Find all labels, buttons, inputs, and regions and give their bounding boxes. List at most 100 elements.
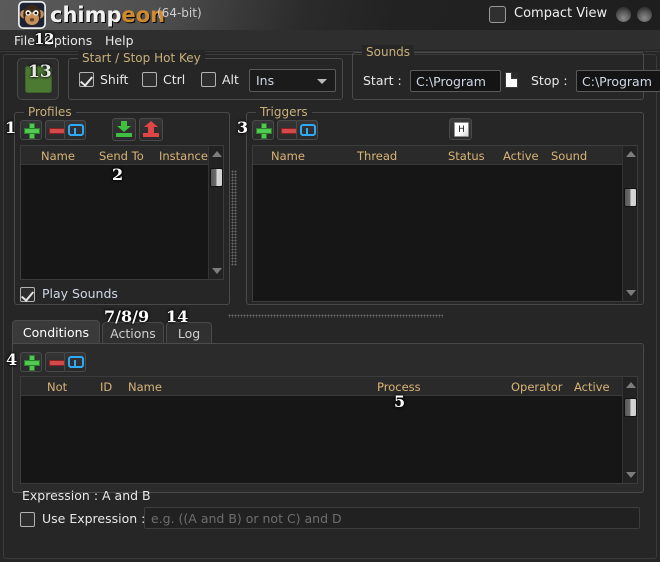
- conditions-col-not: Not: [47, 380, 68, 394]
- triggers-list-scrollbar[interactable]: [622, 146, 637, 301]
- shift-label: Shift: [100, 72, 129, 87]
- duplicate-condition-button[interactable]: [64, 352, 86, 372]
- profiles-group-legend: Profiles: [24, 105, 76, 119]
- app-bitness: (64-bit): [157, 6, 202, 20]
- app-title: chimpeon: [50, 1, 165, 29]
- use-expression-checkbox[interactable]: [20, 512, 35, 527]
- scrollbar-thumb[interactable]: [624, 188, 637, 207]
- monkey-logo-icon: [18, 1, 46, 29]
- trigger-hotkey-button[interactable]: H: [449, 118, 472, 140]
- conditions-list-header: Not ID Name Process Operator Active: [21, 377, 637, 396]
- scroll-up-icon[interactable]: [626, 382, 636, 388]
- play-sounds-checkbox[interactable]: [20, 287, 35, 302]
- export-profile-button[interactable]: [139, 118, 163, 141]
- add-profile-button[interactable]: [20, 120, 42, 140]
- conditions-list-body[interactable]: [21, 396, 637, 483]
- conditions-list-scrollbar[interactable]: [622, 377, 637, 483]
- annotation-triggers-toolbar: 3: [237, 118, 249, 137]
- annotation-13: 13: [28, 62, 52, 82]
- profiles-col-name: Name: [41, 149, 75, 163]
- minimize-button-icon[interactable]: [616, 7, 631, 22]
- expression-placeholder: e.g. ((A and B) or not C) and D: [151, 511, 342, 526]
- scroll-down-icon[interactable]: [626, 472, 636, 478]
- triggers-list-header: Name Thread Status Active Sound: [253, 146, 637, 165]
- duplicate-icon: [68, 356, 84, 368]
- annotation-1: 1: [34, 30, 45, 48]
- keyboard-key-icon: H: [454, 122, 469, 137]
- hotkey-select-value: Ins: [256, 73, 275, 88]
- duplicate-icon: [300, 124, 316, 136]
- annotation-profiles-toolbar: 1: [5, 118, 17, 137]
- scroll-up-icon[interactable]: [626, 151, 636, 157]
- minus-icon: [50, 129, 64, 133]
- scrollbar-thumb[interactable]: [210, 168, 223, 187]
- annotation-2: 2: [44, 30, 55, 48]
- duplicate-profile-button[interactable]: [64, 120, 86, 140]
- profiles-list-scrollbar[interactable]: [208, 146, 223, 279]
- scroll-down-icon[interactable]: [212, 268, 222, 274]
- profiles-triggers-splitter[interactable]: [230, 130, 238, 305]
- alt-checkbox[interactable]: [201, 72, 216, 87]
- shift-checkbox[interactable]: [79, 72, 94, 87]
- minus-icon: [282, 129, 296, 133]
- hotkey-group-legend: Start / Stop Hot Key: [78, 51, 205, 65]
- triggers-col-sound: Sound: [551, 149, 588, 163]
- annotation-conditions-toolbar: 4: [6, 350, 18, 369]
- triggers-group-legend: Triggers: [256, 105, 312, 119]
- triggers-col-active: Active: [503, 149, 539, 163]
- ctrl-checkbox[interactable]: [142, 72, 157, 87]
- export-icon: [143, 121, 159, 137]
- sound-start-label: Start :: [363, 73, 402, 88]
- sounds-group-legend: Sounds: [362, 45, 415, 59]
- conditions-col-id: ID: [100, 380, 113, 394]
- triggers-col-status: Status: [448, 149, 485, 163]
- tab-conditions[interactable]: Conditions: [12, 320, 100, 344]
- duplicate-trigger-button[interactable]: [296, 120, 318, 140]
- plus-icon: [257, 124, 271, 138]
- title-bar: chimpeon (64-bit) Compact View: [0, 0, 660, 30]
- sound-stop-value: C:\Program: [582, 74, 652, 89]
- app-title-chimp: chimp: [50, 3, 122, 27]
- duplicate-icon: [68, 124, 84, 136]
- ctrl-label: Ctrl: [163, 72, 186, 87]
- sounds-group: Sounds Start : C:\Program Stop : C:\Prog…: [352, 45, 660, 100]
- plus-icon: [25, 356, 39, 370]
- alt-label: Alt: [222, 72, 239, 87]
- import-profile-button[interactable]: [112, 118, 136, 141]
- conditions-list[interactable]: Not ID Name Process Operator Active: [20, 376, 638, 484]
- close-button-icon[interactable]: [637, 7, 652, 22]
- add-trigger-button[interactable]: [252, 120, 274, 140]
- triggers-list-body[interactable]: [253, 165, 637, 301]
- annotation-tabs: 7/8/9: [104, 307, 150, 326]
- compact-view-checkbox[interactable]: [489, 6, 506, 23]
- conditions-col-active: Active: [574, 380, 610, 394]
- profiles-col-sendto: Send To: [99, 149, 144, 163]
- top-bottom-splitter[interactable]: [228, 312, 443, 319]
- menu-item-help[interactable]: Help: [105, 33, 134, 48]
- expression-summary: Expression : A and B: [22, 488, 151, 503]
- sound-start-browse-icon[interactable]: [505, 72, 518, 88]
- minus-icon: [50, 361, 64, 365]
- annotation-profiles-list: 2: [112, 165, 124, 184]
- scrollbar-thumb[interactable]: [624, 398, 637, 417]
- profiles-col-instance: Instance: [159, 149, 208, 163]
- annotation-conditions-list: 5: [394, 392, 406, 411]
- annotation-log-tab: 14: [166, 307, 189, 326]
- chevron-down-icon: [317, 79, 327, 84]
- conditions-col-name: Name: [128, 380, 162, 394]
- menu-item-file[interactable]: File: [14, 33, 35, 48]
- plus-icon: [25, 124, 39, 138]
- sound-stop-field[interactable]: C:\Program: [576, 70, 660, 92]
- sound-start-field[interactable]: C:\Program: [410, 70, 501, 92]
- expression-input[interactable]: e.g. ((A and B) or not C) and D: [144, 507, 640, 529]
- compact-view-label: Compact View: [514, 6, 608, 21]
- import-icon: [116, 121, 132, 137]
- scroll-up-icon[interactable]: [212, 151, 222, 157]
- play-sounds-label: Play Sounds: [42, 286, 118, 301]
- triggers-col-name: Name: [271, 149, 305, 163]
- hotkey-select[interactable]: Ins: [249, 69, 336, 92]
- scroll-down-icon[interactable]: [626, 290, 636, 296]
- profiles-list-header: Name Send To Instance: [21, 146, 223, 165]
- add-condition-button[interactable]: [20, 352, 42, 372]
- triggers-list[interactable]: Name Thread Status Active Sound: [252, 145, 638, 302]
